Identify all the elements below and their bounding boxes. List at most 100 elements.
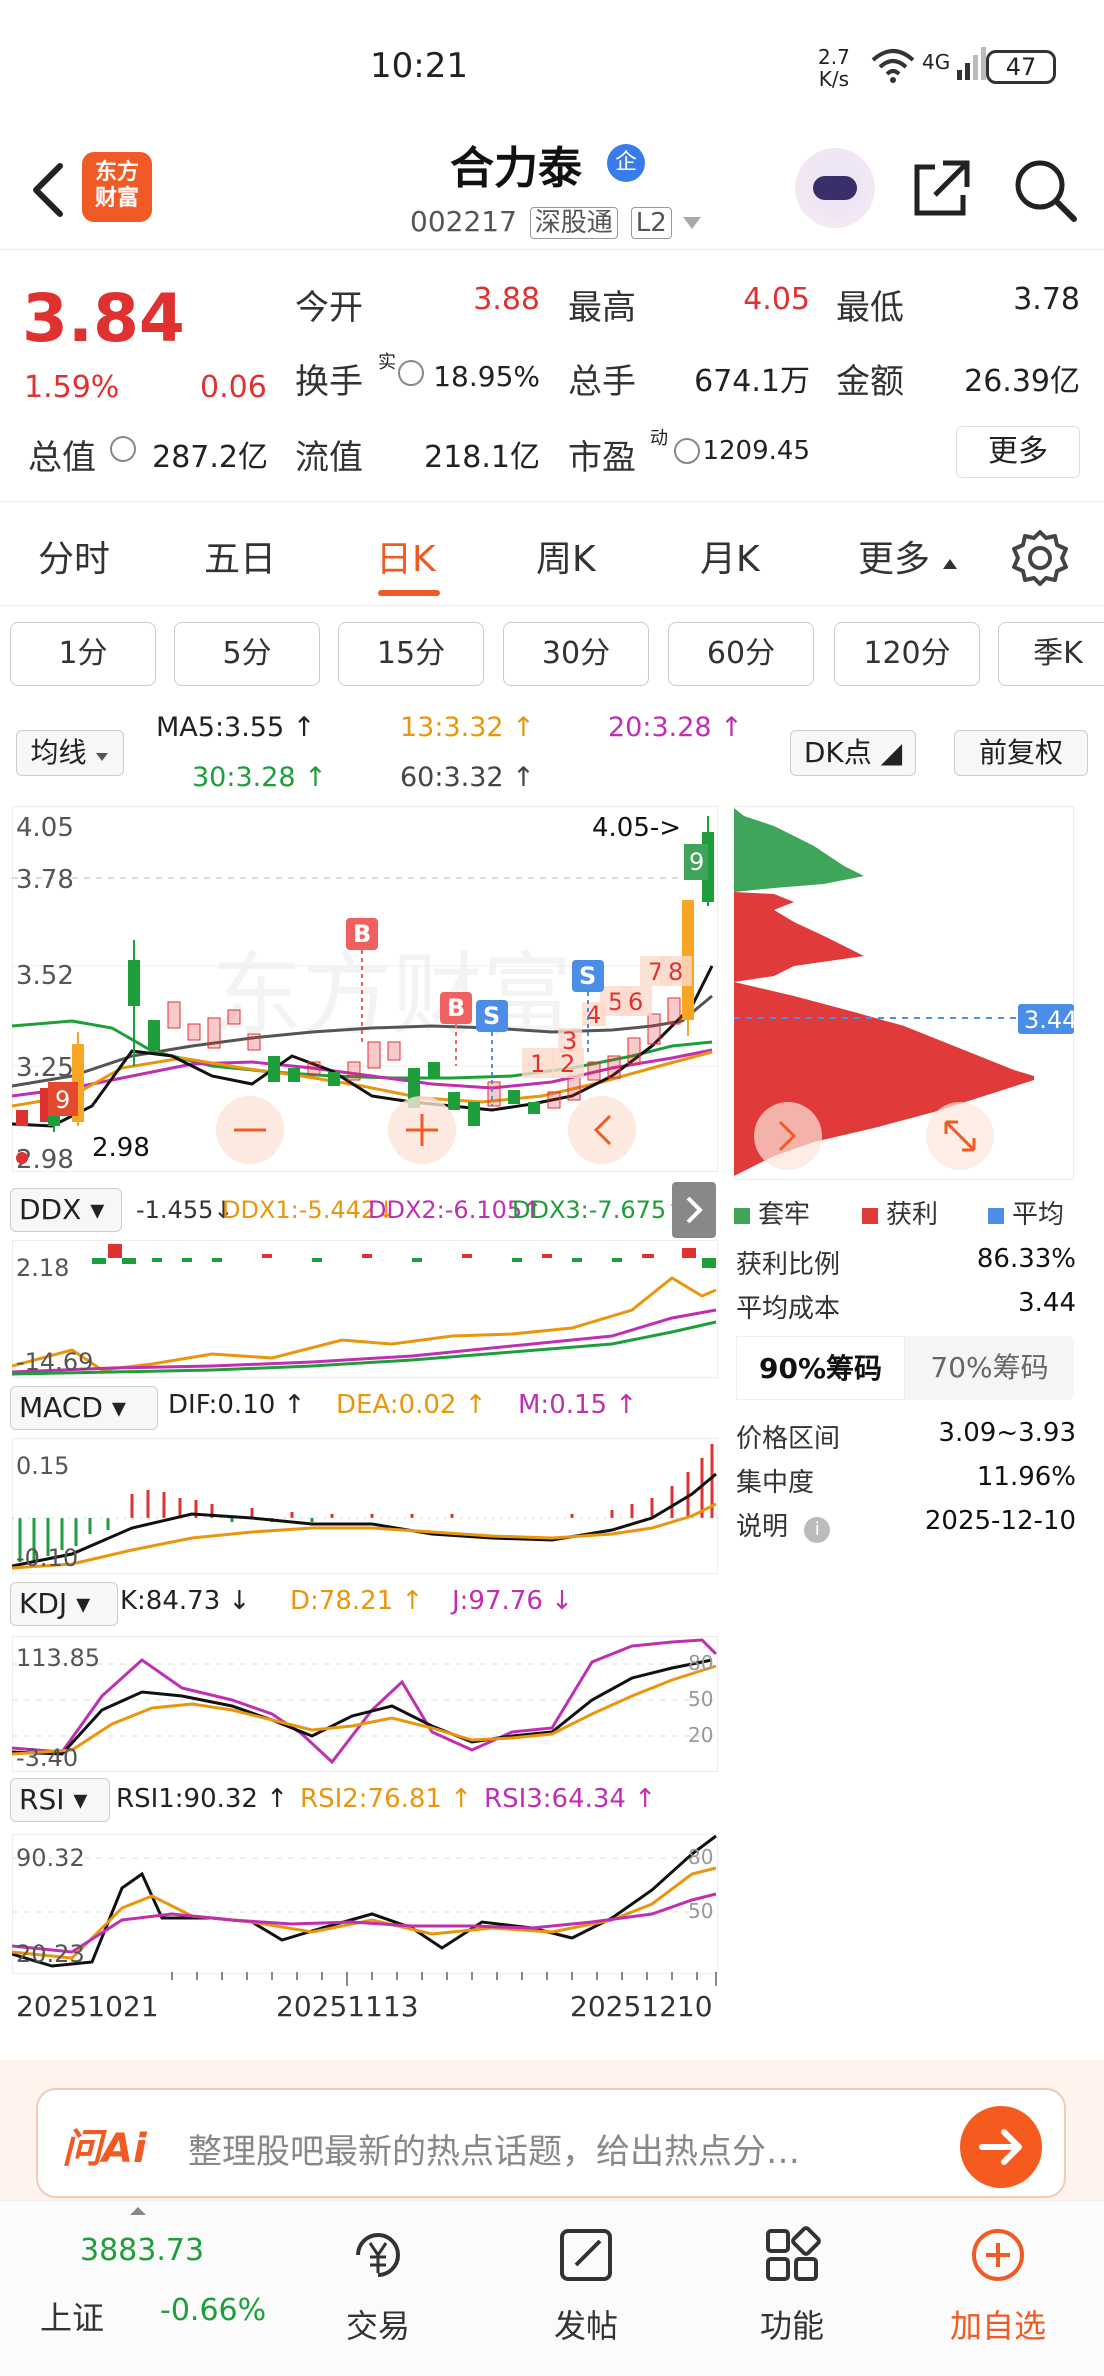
wifi-icon — [871, 49, 915, 83]
info-icon[interactable]: i — [804, 1517, 831, 1543]
ma5-value: MA5:3.55 ↑ — [156, 712, 316, 743]
period-selector: 1分 5分 15分 30分 60分 120分 季K — [0, 616, 1104, 690]
macd-dea: DEA:0.02 ↑ — [336, 1390, 487, 1420]
turnover-value: 18.95% — [433, 360, 540, 393]
clock: 10:21 — [370, 46, 468, 86]
open-value: 3.88 — [473, 282, 540, 317]
ai-send-button[interactable] — [960, 2106, 1042, 2188]
buy-signal[interactable]: B — [447, 994, 465, 1022]
dropdown-triangle-icon — [682, 217, 701, 229]
ai-assistant-avatar[interactable] — [795, 148, 875, 228]
period-quarterly[interactable]: 季K — [998, 622, 1104, 686]
avg-cost-tag: 3.44 — [1024, 1006, 1074, 1034]
period-5min[interactable]: 5分 — [174, 622, 320, 686]
period-30min[interactable]: 30分 — [503, 622, 649, 686]
high-label: 最高 — [568, 288, 636, 328]
period-15min[interactable]: 15分 — [338, 622, 484, 686]
axis-label: -14.69 — [16, 1348, 93, 1376]
level-label: 50 — [688, 1899, 713, 1923]
axis-label: 0.15 — [16, 1452, 69, 1480]
rsi1-value: RSI1:90.32 ↑ — [116, 1784, 289, 1814]
wave-label: 1 — [530, 1050, 545, 1078]
dk-point-button[interactable]: DK点 ◢ — [790, 730, 916, 776]
ai-bar-container: 问Ai 整理股吧最新的热点话题，给出热点分… — [0, 2060, 1104, 2200]
rsi3-value: RSI3:64.34 ↑ — [484, 1784, 657, 1814]
rsi-indicator-selector[interactable]: RSI ▾ — [10, 1778, 110, 1822]
ma20-value: 20:3.28 ↑ — [608, 712, 743, 743]
stock-code-line[interactable]: 002217 深股通 L2 — [410, 202, 703, 239]
macd-dif: DIF:0.10 ↑ — [168, 1390, 306, 1420]
period-60min[interactable]: 60分 — [668, 622, 814, 686]
ddx-chart[interactable]: 2.18 -14.69 — [12, 1240, 718, 1378]
wave-label: 6 — [628, 988, 643, 1016]
wave-label: 9 — [55, 1086, 70, 1114]
period-1min[interactable]: 1分 — [10, 622, 156, 686]
market-index-widget[interactable]: 3883.73 上证 -0.66% — [0, 2201, 290, 2376]
back-arrow-icon[interactable] — [20, 160, 80, 220]
level-label: 80 — [688, 1651, 713, 1675]
float-label: 流值 — [295, 438, 363, 478]
scroll-left-button[interactable] — [568, 1096, 636, 1164]
tab-daily-k[interactable]: 日K — [376, 530, 436, 582]
arrow-right-icon — [979, 2129, 1022, 2165]
nav-post[interactable]: 发帖 — [496, 2201, 676, 2376]
axis-label: 2.18 — [16, 1254, 69, 1282]
watermark: 东方财富 — [212, 943, 572, 1048]
plus-circle-icon — [972, 2229, 1024, 2281]
axis-label: 113.85 — [16, 1644, 100, 1672]
sell-signal[interactable]: S — [483, 1002, 500, 1030]
nav-trade[interactable]: 交易 — [288, 2201, 468, 2376]
tab-chip-90[interactable]: 90%筹码 — [736, 1336, 905, 1400]
price-range-row: 价格区间 3.09~3.93 — [736, 1418, 1076, 1454]
more-button[interactable]: 更多 — [956, 426, 1080, 478]
expand-left-button[interactable] — [754, 1102, 822, 1170]
wave-label: 8 — [668, 958, 683, 986]
macd-indicator-selector[interactable]: MACD ▾ — [10, 1386, 158, 1430]
kdj-chart[interactable]: 113.85 -3.40 80 50 20 — [12, 1636, 718, 1772]
tab-intraday[interactable]: 分时 — [38, 530, 110, 582]
tab-more[interactable]: 更多 — [858, 530, 959, 582]
level-label: 50 — [688, 1687, 713, 1711]
index-name: 上证 — [40, 2299, 105, 2337]
signal-icon: 4G — [922, 46, 989, 80]
axis-label: 3.78 — [16, 865, 74, 895]
axis-label: -3.40 — [16, 1744, 78, 1772]
ma-selector[interactable]: 均线 — [16, 730, 124, 776]
wave-label: 9 — [689, 848, 704, 876]
tab-five-day[interactable]: 五日 — [204, 530, 276, 582]
nav-functions[interactable]: 功能 — [702, 2201, 882, 2376]
info-dots-icon[interactable] — [110, 436, 136, 462]
kdj-indicator-selector[interactable]: KDJ ▾ — [10, 1582, 118, 1626]
low-marker: 2.98 — [92, 1133, 150, 1163]
buy-signal[interactable]: B — [353, 920, 371, 948]
chip-distribution-chart[interactable]: 3.44 — [734, 806, 1074, 1180]
ai-prompt-text[interactable]: 整理股吧最新的热点话题，给出热点分… — [188, 2124, 948, 2173]
axis-label: 3.52 — [16, 961, 74, 991]
info-dots-icon[interactable] — [674, 438, 700, 464]
legend-average: 平均 — [988, 1194, 1064, 1231]
tab-monthly-k[interactable]: 月K — [700, 530, 760, 582]
tab-weekly-k[interactable]: 周K — [536, 530, 596, 582]
ai-input-bar[interactable]: 问Ai 整理股吧最新的热点话题，给出热点分… — [36, 2088, 1066, 2198]
indicator-next-button[interactable] — [672, 1182, 716, 1238]
share-icon[interactable] — [905, 155, 975, 225]
concentration-row: 集中度 11.96% — [736, 1462, 1076, 1498]
date-label: 20251210 — [570, 1990, 713, 2023]
price-adjust-button[interactable]: 前复权 — [954, 730, 1088, 776]
period-120min[interactable]: 120分 — [834, 622, 980, 686]
nav-add-watchlist[interactable]: 加自选 — [908, 2201, 1088, 2376]
grid-icon — [766, 2226, 821, 2281]
status-bar: 10:21 2.7 K/s 4G 47 — [0, 0, 1104, 130]
tab-chip-70[interactable]: 70%筹码 — [905, 1336, 1074, 1400]
volume-label: 总手 — [568, 362, 636, 402]
gear-icon[interactable] — [1010, 528, 1070, 588]
macd-chart[interactable]: 0.15 -0.10 — [12, 1438, 718, 1574]
brand-logo[interactable]: 东方 财富 — [82, 152, 152, 222]
search-icon[interactable] — [1010, 155, 1080, 225]
sell-signal[interactable]: S — [579, 962, 596, 990]
float-value: 218.1亿 — [424, 440, 540, 475]
amount-value: 26.39亿 — [964, 364, 1080, 399]
kline-chart[interactable]: 东方财富 1 2 3 4 5 6 7 8 9 9 B B S S 4.05 3.… — [12, 806, 718, 1172]
ddx-indicator-selector[interactable]: DDX ▾ — [10, 1188, 122, 1232]
rsi-chart[interactable]: 90.32 20.23 80 50 — [12, 1834, 718, 1974]
